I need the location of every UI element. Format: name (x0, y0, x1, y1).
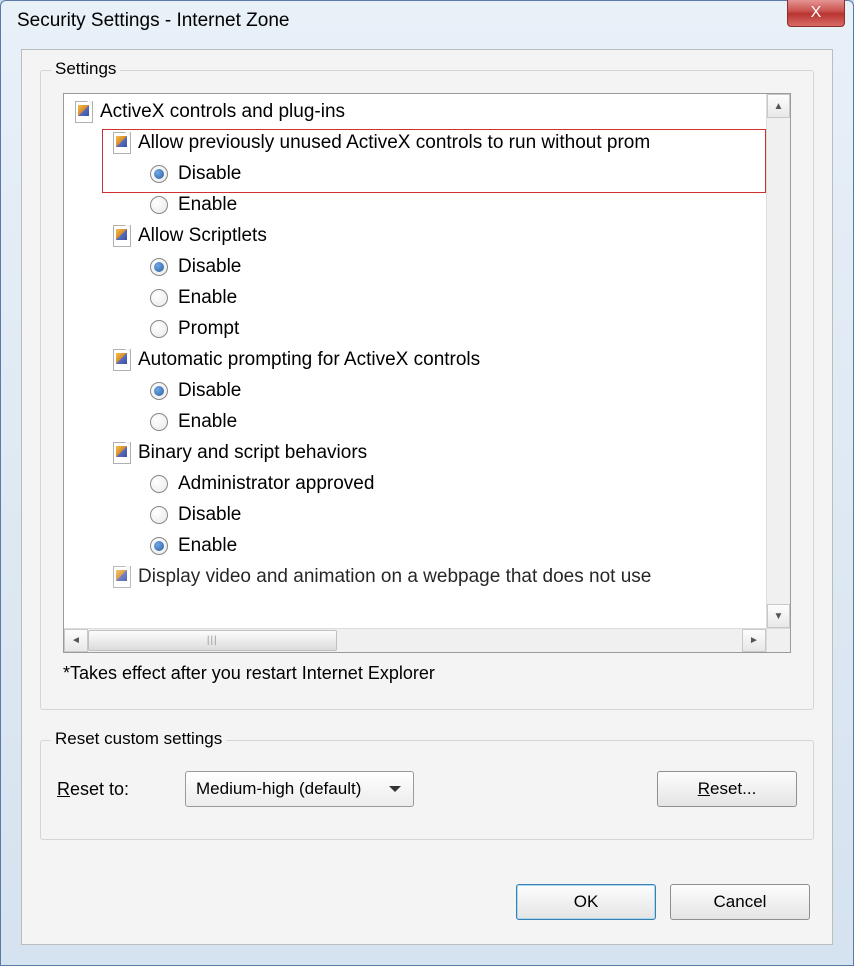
tree-label: Automatic prompting for ActiveX controls (138, 344, 480, 375)
category-icon (112, 224, 132, 248)
horizontal-scrollbar[interactable]: ◄ ||| ► (64, 628, 766, 652)
tree-subcategory: Automatic prompting for ActiveX controls (70, 344, 766, 375)
tree-label: Binary and script behaviors (138, 437, 367, 468)
dialog-window: Security Settings - Internet Zone X Sett… (0, 0, 854, 966)
tree-option[interactable]: Disable (70, 158, 766, 189)
tree-option[interactable]: Enable (70, 282, 766, 313)
reset-button[interactable]: Reset... (657, 771, 797, 807)
tree-label: Disable (178, 375, 241, 406)
tree-label: Disable (178, 158, 241, 189)
restart-note: *Takes effect after you restart Internet… (63, 663, 435, 684)
tree-label: Prompt (178, 313, 239, 344)
radio-icon[interactable] (150, 382, 168, 400)
tree-subcategory: Allow previously unused ActiveX controls… (70, 127, 766, 158)
tree-label: Enable (178, 189, 237, 220)
radio-icon[interactable] (150, 413, 168, 431)
radio-icon[interactable] (150, 537, 168, 555)
tree-label: Display video and animation on a webpage… (138, 561, 651, 592)
radio-icon[interactable] (150, 506, 168, 524)
titlebar: Security Settings - Internet Zone X (1, 1, 853, 41)
dialog-content: Settings ActiveX controls and plug-ins A… (21, 49, 833, 945)
radio-icon[interactable] (150, 196, 168, 214)
category-icon (112, 441, 132, 465)
tree-subcategory-partial: Display video and animation on a webpage… (70, 561, 766, 592)
radio-icon[interactable] (150, 258, 168, 276)
category-icon (112, 348, 132, 372)
reset-row: Reset to: Medium-high (default) Reset... (57, 771, 797, 807)
scroll-right-icon[interactable]: ► (742, 629, 766, 652)
radio-icon[interactable] (150, 475, 168, 493)
tree-option[interactable]: Prompt (70, 313, 766, 344)
cancel-button[interactable]: Cancel (670, 884, 810, 920)
reset-groupbox: Reset custom settings Reset to: Medium-h… (40, 740, 814, 840)
window-title: Security Settings - Internet Zone (11, 10, 289, 32)
tree-option[interactable]: Enable (70, 530, 766, 561)
reset-groupbox-label: Reset custom settings (51, 729, 226, 749)
tree-option[interactable]: Disable (70, 499, 766, 530)
tree-label: Enable (178, 282, 237, 313)
settings-groupbox-label: Settings (51, 59, 120, 79)
combo-value: Medium-high (default) (196, 779, 361, 799)
dialog-footer: OK Cancel (516, 884, 810, 920)
tree-subcategory: Allow Scriptlets (70, 220, 766, 251)
scroll-left-icon[interactable]: ◄ (64, 629, 88, 652)
tree-option[interactable]: Disable (70, 251, 766, 282)
scroll-track[interactable] (767, 118, 790, 604)
scroll-track[interactable]: ||| (88, 629, 742, 652)
tree-option[interactable]: Disable (70, 375, 766, 406)
settings-tree-inner[interactable]: ActiveX controls and plug-ins Allow prev… (64, 94, 766, 628)
scroll-up-icon[interactable]: ▲ (767, 94, 790, 118)
tree-label: Enable (178, 406, 237, 437)
category-icon (112, 131, 132, 155)
tree-subcategory: Binary and script behaviors (70, 437, 766, 468)
close-icon: X (811, 4, 822, 22)
radio-icon[interactable] (150, 320, 168, 338)
reset-to-label: Reset to: (57, 779, 167, 800)
settings-tree: ActiveX controls and plug-ins Allow prev… (63, 93, 791, 653)
tree-option[interactable]: Enable (70, 189, 766, 220)
radio-icon[interactable] (150, 165, 168, 183)
scroll-thumb[interactable]: ||| (88, 630, 337, 651)
category-icon (112, 565, 132, 589)
tree-option[interactable]: Administrator approved (70, 468, 766, 499)
tree-label: Disable (178, 251, 241, 282)
scroll-corner (766, 628, 790, 652)
reset-level-combobox[interactable]: Medium-high (default) (185, 771, 414, 807)
tree-label: Allow previously unused ActiveX controls… (138, 127, 650, 158)
tree-label: Allow Scriptlets (138, 220, 267, 251)
settings-groupbox: Settings ActiveX controls and plug-ins A… (40, 70, 814, 710)
close-button[interactable]: X (787, 0, 845, 27)
scroll-down-icon[interactable]: ▼ (767, 604, 790, 628)
category-icon (74, 100, 94, 124)
tree-category: ActiveX controls and plug-ins (70, 96, 766, 127)
tree-label: Enable (178, 530, 237, 561)
ok-button[interactable]: OK (516, 884, 656, 920)
tree-label: Administrator approved (178, 468, 374, 499)
vertical-scrollbar[interactable]: ▲ ▼ (766, 94, 790, 628)
tree-label: ActiveX controls and plug-ins (100, 96, 345, 127)
tree-option[interactable]: Enable (70, 406, 766, 437)
tree-label: Disable (178, 499, 241, 530)
radio-icon[interactable] (150, 289, 168, 307)
